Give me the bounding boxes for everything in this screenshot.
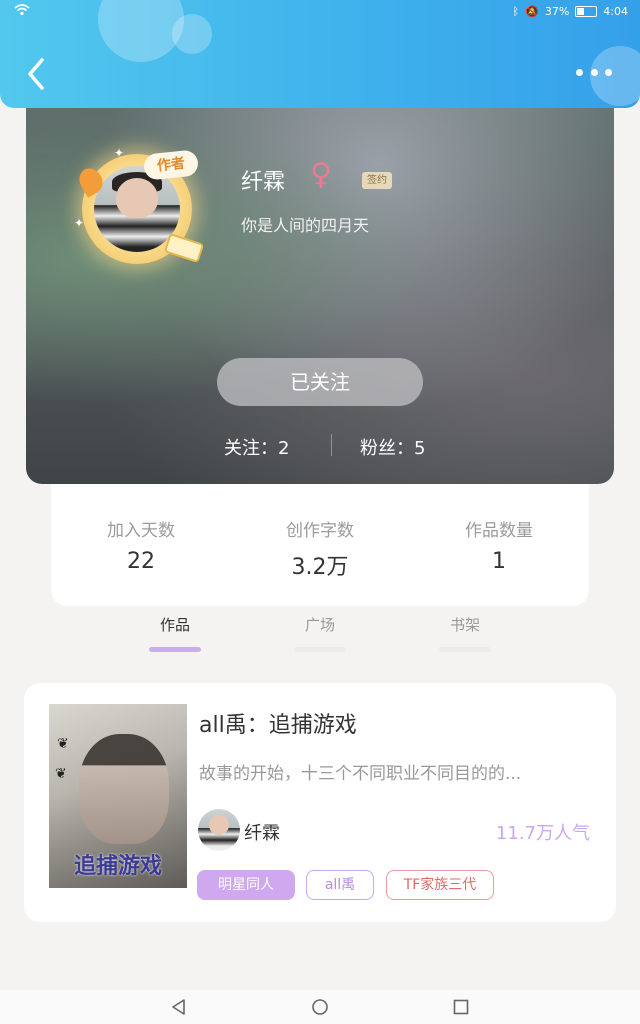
work-title[interactable]: all禹：追捕游戏 bbox=[199, 707, 357, 739]
cover-title: 追捕游戏 bbox=[73, 854, 162, 879]
tab-indicator bbox=[294, 647, 346, 652]
tab-indicator bbox=[149, 647, 201, 652]
follow-button[interactable]: 已关注 bbox=[217, 358, 423, 406]
work-card[interactable]: ❦ ❦ 追捕游戏 all禹：追捕游戏 故事的开始，十三个不同职业不同目的的...… bbox=[24, 683, 616, 922]
tab-label: 广场 bbox=[304, 616, 335, 634]
tab-label: 作品 bbox=[159, 616, 190, 634]
work-author-name[interactable]: 纤霖 bbox=[244, 819, 280, 845]
wifi-icon bbox=[14, 4, 30, 16]
mute-icon: 🔕 bbox=[525, 5, 539, 18]
book-icon bbox=[163, 232, 205, 264]
tag-celebrity-fanfic[interactable]: 明星同人 bbox=[197, 870, 295, 900]
signed-tag: 签约 bbox=[362, 172, 392, 189]
tab-plaza[interactable]: 广场 bbox=[280, 614, 360, 652]
stats-card: 加入天数 22 创作字数 3.2万 作品数量 1 bbox=[51, 484, 589, 606]
header-bar: ᛒ 🔕 37% 4:04 bbox=[0, 0, 640, 108]
female-icon: ♀ bbox=[310, 157, 332, 192]
nav-back-icon[interactable] bbox=[170, 998, 188, 1016]
stat-value: 22 bbox=[127, 549, 155, 574]
profile-card: ✦ ✦ 作者 纤霖 ♀ 签约 你是人间的四月天 已关注 关注：2 粉丝：5 bbox=[26, 108, 614, 484]
stat-value: 3.2万 bbox=[291, 555, 349, 580]
chevron-left-icon[interactable] bbox=[22, 56, 50, 92]
stat-label: 加入天数 bbox=[107, 521, 175, 541]
follow-counts: 关注：2 粉丝：5 bbox=[26, 430, 614, 460]
profile-name: 纤霖 bbox=[241, 170, 286, 195]
stat-join-days: 加入天数 22 bbox=[71, 516, 211, 574]
divider bbox=[331, 434, 332, 456]
tab-works[interactable]: 作品 bbox=[135, 614, 215, 652]
battery-icon bbox=[575, 6, 598, 17]
tag-tf-family[interactable]: TF家族三代 bbox=[386, 870, 494, 900]
author-avatar[interactable]: ✦ ✦ 作者 bbox=[74, 146, 205, 272]
nav-home-icon[interactable] bbox=[311, 998, 329, 1016]
stat-label: 创作字数 bbox=[286, 521, 354, 541]
sparkle-icon: ✦ bbox=[74, 216, 85, 230]
followers-count[interactable]: 粉丝：5 bbox=[360, 434, 425, 460]
system-nav-bar bbox=[0, 990, 640, 1024]
tag-all-yu[interactable]: all禹 bbox=[306, 870, 374, 900]
bluetooth-icon: ᛒ bbox=[512, 5, 520, 18]
battery-percent: 37% bbox=[544, 5, 570, 18]
butterfly-icon: ❦ bbox=[57, 736, 69, 752]
tab-label: 书架 bbox=[449, 616, 480, 634]
status-bar: ᛒ 🔕 37% 4:04 bbox=[0, 0, 640, 24]
profile-bio: 你是人间的四月天 bbox=[241, 216, 370, 235]
author-badge: 作者 bbox=[142, 149, 200, 181]
work-cover[interactable]: ❦ ❦ 追捕游戏 bbox=[49, 704, 187, 888]
tab-bookshelf[interactable]: 书架 bbox=[425, 614, 505, 652]
more-horizontal-icon[interactable] bbox=[576, 64, 612, 80]
sparkle-icon: ✦ bbox=[114, 146, 125, 160]
stat-word-count: 创作字数 3.2万 bbox=[250, 516, 390, 581]
clock: 4:04 bbox=[603, 5, 628, 18]
work-description: 故事的开始，十三个不同职业不同目的的... bbox=[199, 764, 522, 784]
cover-photo bbox=[79, 734, 169, 844]
work-author-avatar[interactable] bbox=[198, 809, 240, 851]
work-popularity: 11.7万人气 bbox=[495, 823, 590, 844]
status-right: ᛒ 🔕 37% 4:04 bbox=[513, 5, 628, 18]
nav-recents-icon[interactable] bbox=[452, 998, 470, 1016]
following-count[interactable]: 关注：2 bbox=[224, 434, 289, 460]
stat-value: 1 bbox=[492, 549, 506, 574]
profile-tabs: 作品 广场 书架 bbox=[0, 606, 640, 658]
tab-indicator bbox=[439, 647, 491, 652]
butterfly-icon: ❦ bbox=[55, 766, 67, 782]
stat-label: 作品数量 bbox=[465, 521, 533, 541]
stat-works-count: 作品数量 1 bbox=[429, 516, 569, 574]
